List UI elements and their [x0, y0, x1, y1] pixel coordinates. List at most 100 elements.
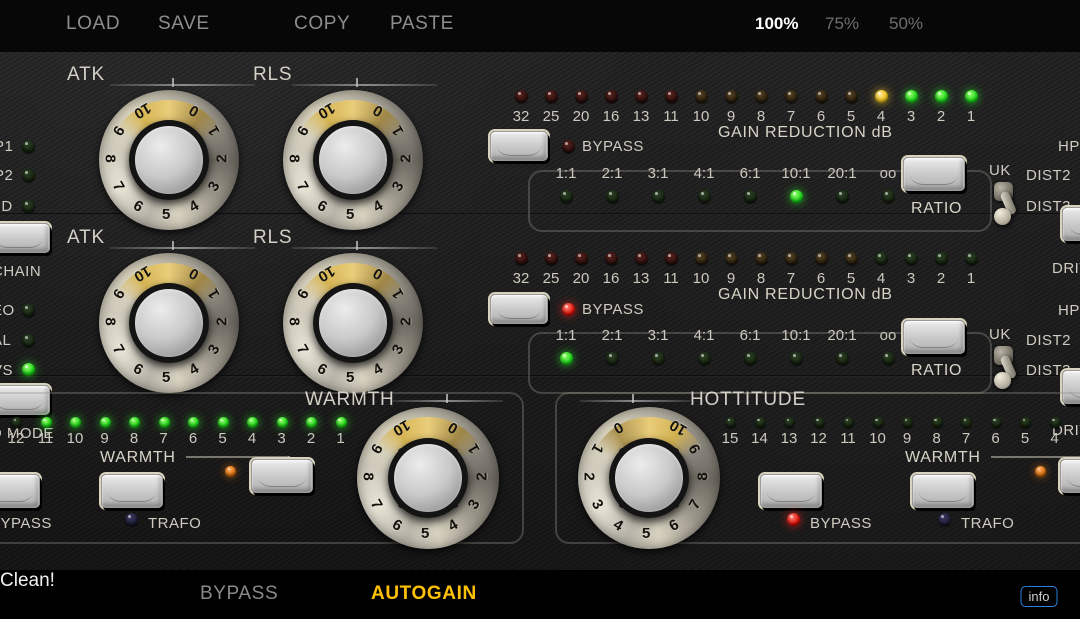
warmth-right-extra-button[interactable]: [1060, 459, 1080, 493]
warmth-right-knob[interactable]: 0 1 2 3 4 5 6 7 8 9 10: [578, 407, 720, 549]
zoom-75-button[interactable]: 75%: [825, 14, 859, 34]
left-led-1[interactable]: [22, 140, 35, 153]
warmth-meter-led: [754, 417, 766, 428]
load-button[interactable]: LOAD: [66, 13, 120, 35]
left2-led-3[interactable]: [22, 363, 35, 376]
comp1-release-knob[interactable]: 0 1 2 3 4 5 6 7 8 9 10: [283, 90, 423, 230]
comp1-bypass-button[interactable]: [490, 131, 548, 161]
ratio-scale-label[interactable]: 20:1: [820, 327, 864, 344]
meter-scale-number: 11: [663, 108, 679, 125]
comp1-uk-toggle[interactable]: [990, 180, 1018, 226]
knob-scale-number: 8: [285, 154, 303, 163]
ratio-scale-label[interactable]: 20:1: [820, 165, 864, 182]
right-label-hp-1: HP: [1058, 138, 1080, 155]
ratio-led: [652, 190, 665, 203]
left-led-3[interactable]: [22, 200, 35, 213]
comp2-ratio-button[interactable]: [903, 320, 965, 354]
knob-cap[interactable]: [313, 283, 393, 363]
warmth-right-trafo-label: TRAFO: [961, 515, 1015, 532]
warmth-right-bypass-button[interactable]: [760, 474, 822, 508]
comp2-bypass-label: BYPASS: [582, 301, 644, 318]
meter-led: [605, 90, 618, 103]
meter-scale-number: 1: [966, 108, 976, 125]
warmth-meter-number: 2: [306, 430, 316, 447]
warmth-meter-led: [217, 417, 229, 428]
meter-scale-number: 20: [572, 108, 590, 125]
ratio-scale-label[interactable]: 6:1: [728, 165, 772, 182]
meter-scale-number: 16: [602, 270, 620, 287]
meter-led: [845, 252, 858, 265]
warmth-left-bypass-button[interactable]: [101, 474, 163, 508]
ratio-led: [652, 352, 665, 365]
comp2-release-knob[interactable]: 0 1 2 3 4 5 6 7 8 9 10: [283, 253, 423, 393]
ratio-scale-label[interactable]: 6:1: [728, 327, 772, 344]
left2-led-1[interactable]: [22, 304, 35, 317]
warmth-right-title: HOTTITUDE: [690, 389, 806, 410]
warmth-right-trafo-button[interactable]: [912, 474, 974, 508]
ratio-scale-label[interactable]: 2:1: [590, 165, 634, 182]
meter-scale-number: 32: [512, 270, 530, 287]
comp2-uk-toggle[interactable]: [990, 344, 1018, 390]
meter-led: [935, 252, 948, 265]
meter-led: [635, 90, 648, 103]
warmth-meter-number: 13: [780, 430, 798, 447]
knob-scale-number: 5: [346, 369, 355, 386]
ratio-scale-label[interactable]: 3:1: [636, 165, 680, 182]
meter-scale-number: 25: [542, 108, 560, 125]
comp1-ratio-button[interactable]: [903, 157, 965, 191]
save-button[interactable]: SAVE: [158, 13, 210, 35]
meter-scale-number: 3: [906, 270, 916, 287]
ratio-scale-label[interactable]: 10:1: [774, 327, 818, 344]
left-led-label-1: P1: [0, 138, 14, 155]
info-button[interactable]: info: [1020, 586, 1058, 607]
ratio-scale-label[interactable]: 3:1: [636, 327, 680, 344]
warmth-meter-led: [11, 417, 22, 428]
global-autogain-button[interactable]: AUTOGAIN: [371, 583, 477, 605]
warmth-meter-led: [70, 417, 81, 428]
ratio-scale-label[interactable]: 4:1: [682, 327, 726, 344]
zoom-50-button[interactable]: 50%: [889, 14, 923, 34]
paste-button[interactable]: PASTE: [390, 13, 454, 35]
knob-cap[interactable]: [313, 120, 393, 200]
ratio-scale-label[interactable]: 10:1: [774, 165, 818, 182]
bottom-bar: BYPASS AUTOGAIN Clean! info: [0, 570, 1080, 619]
comp2-bypass-button[interactable]: [490, 294, 548, 324]
meter-scale-number: 13: [632, 270, 650, 287]
meter-scale-number: 6: [816, 108, 826, 125]
warmth-left-extra-button[interactable]: [251, 459, 313, 493]
knob-scale-number: 8: [285, 317, 303, 326]
warmth-meter-number: 15: [721, 430, 739, 447]
global-bypass-button[interactable]: BYPASS: [200, 583, 278, 605]
meter-scale-number: 10: [692, 270, 710, 287]
comp2-meter-caption: GAIN REDUCTION dB: [718, 286, 893, 303]
ratio-scale-label[interactable]: 4:1: [682, 165, 726, 182]
knob-cap[interactable]: [129, 120, 209, 200]
copy-button[interactable]: COPY: [294, 13, 350, 35]
ratio-scale-label[interactable]: 1:1: [544, 165, 588, 182]
comp2-attack-knob[interactable]: 0 1 2 3 4 5 6 7 8 9 10: [99, 253, 239, 393]
drive-button-1[interactable]: [1062, 207, 1080, 241]
comp1-attack-knob[interactable]: 0 1 2 3 4 5 6 7 8 9 10: [99, 90, 239, 230]
knob-cap[interactable]: [129, 283, 209, 363]
meter-scale-number: 7: [786, 270, 796, 287]
sidechain-button[interactable]: [0, 223, 50, 253]
meter-led: [965, 252, 978, 265]
warmth-meter-number: 3: [277, 430, 286, 447]
comp1-bypass-led: [562, 140, 575, 153]
meter-scale-number: 8: [756, 108, 766, 125]
left-led-2[interactable]: [22, 169, 35, 182]
comp1-release-title: RLS: [253, 64, 293, 85]
ratio-led: [836, 352, 849, 365]
warmth-left-trafo-button[interactable]: [0, 474, 40, 508]
warmth-left-knob[interactable]: 0 1 2 3 4 5 6 7 8 9 10: [357, 407, 499, 549]
comp1-meter-caption: GAIN REDUCTION dB: [718, 124, 893, 141]
ratio-scale-label[interactable]: 1:1: [544, 327, 588, 344]
ratio-led: [560, 190, 573, 203]
zoom-100-button[interactable]: 100%: [755, 14, 798, 34]
ratio-scale-label[interactable]: 2:1: [590, 327, 634, 344]
ratio-led: [606, 190, 619, 203]
left2-led-2[interactable]: [22, 334, 35, 347]
ratio-led: [790, 190, 803, 203]
meter-led: [905, 90, 918, 103]
top-toolbar: LOAD SAVE COPY PASTE 100% 75% 50%: [0, 0, 1080, 52]
